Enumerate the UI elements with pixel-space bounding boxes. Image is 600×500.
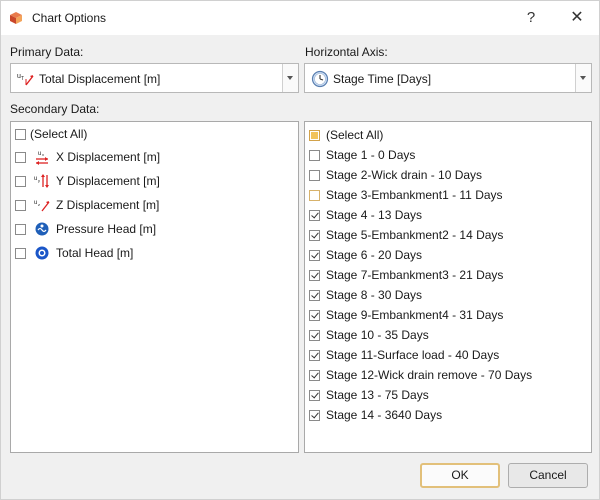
list-item-label: X Displacement [m]: [56, 150, 161, 164]
checkbox[interactable]: [309, 249, 320, 261]
primary-data-select[interactable]: u T Total Displacement [m]: [10, 63, 299, 93]
y-displacement-icon: u y: [34, 174, 49, 188]
stage-item[interactable]: Stage 5-Embankment2 - 14 Days: [309, 225, 503, 245]
app-cube-icon: [10, 12, 22, 24]
stage-item[interactable]: Stage 7-Embankment3 - 21 Days: [309, 265, 503, 285]
title-bar: Chart Options ? ✕: [1, 1, 599, 35]
z-displacement-icon: u z: [34, 200, 50, 212]
clock-icon: [311, 70, 329, 88]
svg-text:u: u: [34, 200, 37, 206]
checkbox[interactable]: [309, 189, 320, 201]
horizontal-axis-select[interactable]: Stage Time [Days]: [304, 63, 592, 93]
stage-item-label: Stage 1 - 0 Days: [326, 148, 416, 162]
svg-text:u: u: [34, 176, 37, 182]
stage-item[interactable]: Stage 11-Surface load - 40 Days: [309, 345, 499, 365]
stage-item-label: Stage 8 - 30 Days: [326, 288, 423, 302]
svg-text:x: x: [42, 152, 44, 157]
secondary-data-label: Secondary Data:: [10, 102, 100, 116]
checkbox[interactable]: [309, 209, 320, 221]
stage-item-label: Stage 9-Embankment4 - 31 Days: [326, 308, 504, 322]
stage-item-label: Stage 6 - 20 Days: [326, 248, 423, 262]
x-displacement-icon: u x: [36, 151, 48, 165]
stage-item[interactable]: Stage 9-Embankment4 - 31 Days: [309, 305, 503, 325]
checkbox[interactable]: [309, 229, 320, 241]
svg-text:T: T: [21, 76, 24, 82]
checkbox[interactable]: [309, 369, 320, 381]
checkbox[interactable]: [309, 309, 320, 321]
stage-item[interactable]: Stage 13 - 75 Days: [309, 385, 429, 405]
checkbox[interactable]: [309, 169, 320, 181]
stage-item-label: Stage 13 - 75 Days: [326, 388, 429, 402]
stage-item[interactable]: Stage 8 - 30 Days: [309, 285, 422, 305]
list-item-label: Z Displacement [m]: [56, 198, 160, 212]
primary-data-value: Total Displacement [m]: [39, 72, 161, 86]
checkbox[interactable]: [309, 129, 320, 141]
checkbox[interactable]: [309, 289, 320, 301]
close-button[interactable]: ✕: [557, 5, 597, 31]
stage-item[interactable]: Stage 1 - 0 Days: [309, 145, 415, 165]
checkbox[interactable]: [15, 223, 26, 235]
stage-item[interactable]: Stage 3-Embankment1 - 11 Days: [309, 185, 503, 205]
list-item[interactable]: Total Head [m]: [15, 243, 133, 263]
stage-item-label: Stage 7-Embankment3 - 21 Days: [326, 268, 504, 282]
list-item[interactable]: u z Z Displacement [m]: [15, 195, 159, 215]
help-button[interactable]: ?: [511, 5, 551, 31]
list-item-label: Total Head [m]: [56, 246, 134, 260]
list-item[interactable]: u x X Displacement [m]: [15, 147, 160, 167]
checkbox[interactable]: [15, 151, 26, 163]
svg-text:y: y: [38, 178, 40, 183]
primary-data-label: Primary Data:: [10, 45, 84, 59]
svg-text:z: z: [38, 202, 40, 207]
stage-item-select-all[interactable]: (Select All): [309, 125, 383, 145]
horizontal-axis-value: Stage Time [Days]: [333, 72, 432, 86]
checkbox[interactable]: [309, 329, 320, 341]
secondary-data-list[interactable]: (Select All) u x X Displacement [m] u y: [10, 121, 299, 453]
list-item-label: Y Displacement [m]: [56, 174, 160, 188]
stage-item-label: (Select All): [326, 128, 384, 142]
checkbox[interactable]: [15, 199, 26, 211]
checkbox[interactable]: [309, 389, 320, 401]
list-item[interactable]: Pressure Head [m]: [15, 219, 156, 239]
checkbox[interactable]: [15, 175, 26, 187]
stage-item[interactable]: Stage 10 - 35 Days: [309, 325, 429, 345]
list-item-label: Pressure Head [m]: [56, 222, 157, 236]
list-item-label: (Select All): [30, 127, 88, 141]
chevron-down-icon[interactable]: [282, 64, 298, 92]
stage-item-label: Stage 2-Wick drain - 10 Days: [326, 168, 483, 182]
checkbox[interactable]: [15, 247, 26, 259]
list-item-select-all[interactable]: (Select All): [15, 124, 87, 144]
chevron-down-icon[interactable]: [575, 64, 591, 92]
stage-list[interactable]: (Select All) Stage 1 - 0 Days Stage 2-Wi…: [304, 121, 592, 453]
total-displacement-icon: u T: [17, 73, 34, 86]
ok-button[interactable]: OK: [420, 463, 500, 488]
cancel-button[interactable]: Cancel: [508, 463, 588, 488]
svg-text:u: u: [38, 151, 41, 157]
checkbox[interactable]: [309, 149, 320, 161]
pressure-head-icon: [35, 222, 49, 236]
stage-item-label: Stage 4 - 13 Days: [326, 208, 423, 222]
stage-item[interactable]: Stage 12-Wick drain remove - 70 Days: [309, 365, 532, 385]
stage-item[interactable]: Stage 6 - 20 Days: [309, 245, 422, 265]
stage-item[interactable]: Stage 14 - 3640 Days: [309, 405, 442, 425]
window-title: Chart Options: [32, 11, 107, 25]
chart-options-dialog: Chart Options ? ✕ Primary Data: u T Tota…: [0, 0, 600, 500]
stage-item-label: Stage 11-Surface load - 40 Days: [326, 348, 500, 362]
checkbox[interactable]: [309, 269, 320, 281]
checkbox[interactable]: [309, 349, 320, 361]
stage-item-label: Stage 10 - 35 Days: [326, 328, 429, 342]
checkbox[interactable]: [15, 128, 26, 140]
total-head-icon: [35, 246, 49, 260]
stage-item[interactable]: Stage 2-Wick drain - 10 Days: [309, 165, 482, 185]
stage-item-label: Stage 12-Wick drain remove - 70 Days: [326, 368, 533, 382]
checkbox[interactable]: [309, 409, 320, 421]
list-item[interactable]: u y Y Displacement [m]: [15, 171, 160, 191]
stage-item-label: Stage 5-Embankment2 - 14 Days: [326, 228, 504, 242]
stage-item-label: Stage 3-Embankment1 - 11 Days: [326, 188, 503, 202]
horizontal-axis-label: Horizontal Axis:: [305, 45, 388, 59]
stage-item-label: Stage 14 - 3640 Days: [326, 408, 443, 422]
stage-item[interactable]: Stage 4 - 13 Days: [309, 205, 422, 225]
